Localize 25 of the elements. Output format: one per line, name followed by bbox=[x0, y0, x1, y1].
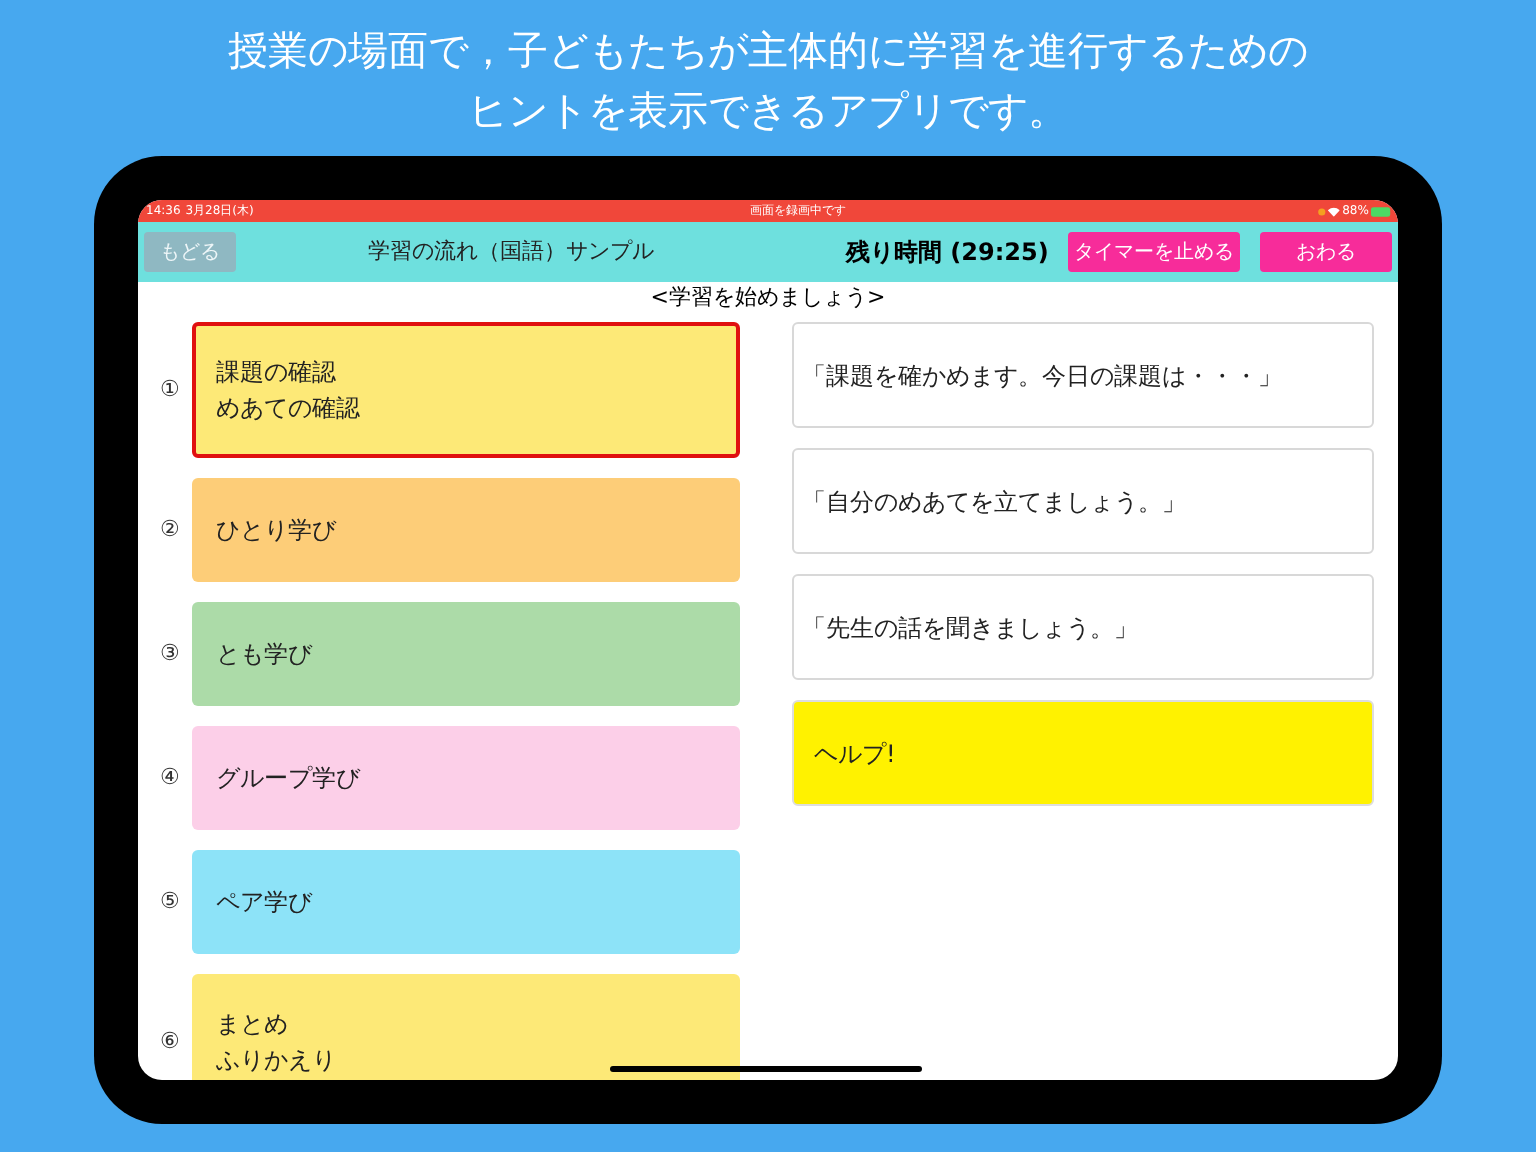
step-card[interactable]: グループ学び bbox=[192, 726, 740, 830]
step-number: ④ bbox=[160, 761, 182, 794]
end-button[interactable]: おわる bbox=[1260, 232, 1392, 272]
step-card[interactable]: ひとり学び bbox=[192, 478, 740, 582]
headline-text: ヒントを表示できるアプリです。 bbox=[468, 84, 1068, 138]
step-card[interactable]: とも学び bbox=[192, 602, 740, 706]
flow-title: 学習の流れ（国語）サンプル bbox=[368, 235, 654, 268]
battery-icon bbox=[1370, 206, 1390, 216]
section-subtitle: <学習を始めましょう> bbox=[650, 282, 886, 314]
step-card[interactable]: まとめ ふりかえり bbox=[192, 974, 740, 1080]
hint-card: 「自分のめあてを立てましょう。」 bbox=[792, 448, 1374, 554]
wifi-icon bbox=[1327, 206, 1340, 216]
headline-text: 授業の場面で，子どもたちが主体的に学習を進行するための bbox=[228, 24, 1308, 78]
step-card[interactable]: 課題の確認 めあての確認 bbox=[192, 322, 740, 458]
hint-card: 「課題を確かめます。今日の課題は・・・」 bbox=[792, 322, 1374, 428]
step-number: ③ bbox=[160, 637, 182, 670]
timer-text: 残り時間 (29:25) bbox=[846, 236, 1049, 270]
step-number: ⑤ bbox=[160, 885, 182, 918]
help-button[interactable]: ヘルプ! bbox=[792, 700, 1374, 806]
step-number: ⑥ bbox=[160, 1025, 182, 1058]
stop-timer-button[interactable]: タイマーを止める bbox=[1068, 232, 1240, 272]
step-number: ② bbox=[160, 513, 182, 546]
hint-card: 「先生の話を聞きましょう。」 bbox=[792, 574, 1374, 680]
step-card[interactable]: ペア学び bbox=[192, 850, 740, 954]
step-number: ① bbox=[160, 373, 182, 406]
